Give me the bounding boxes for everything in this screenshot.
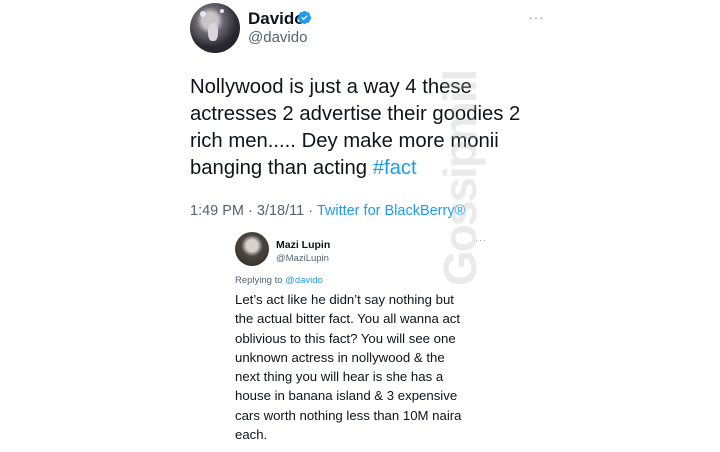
replying-to: Replying to @davido	[235, 275, 323, 286]
reply-text: Let’s act like he didn’t say nothing but…	[235, 290, 505, 444]
mention-link[interactable]: @davido	[285, 275, 323, 286]
reply-line: oblivious to this fact? You will see one	[235, 330, 456, 346]
more-options-icon[interactable]: ···	[528, 9, 545, 25]
reply-avatar[interactable]	[235, 232, 269, 266]
watermark-logo: Gossipmill	[434, 70, 486, 286]
author-handle[interactable]: @davido	[248, 29, 307, 46]
tweet-metadata: 1:49 PM · 3/18/11 · Twitter for BlackBer…	[190, 203, 465, 219]
reply-author-name[interactable]: Mazi Lupin	[276, 239, 330, 251]
hashtag-link[interactable]: #fact	[373, 157, 417, 179]
replying-label: Replying to	[235, 275, 286, 286]
timestamp[interactable]: 1:49 PM · 3/18/11 ·	[190, 203, 317, 219]
reply-line: the actual bitter fact. You all wanna ac…	[235, 311, 461, 327]
reply-more-options-icon[interactable]: ···	[475, 235, 487, 245]
reply-line: unknown actress in nollywood & the	[235, 349, 445, 365]
reply-line: cars worth nothing less than 10M naira	[235, 407, 462, 423]
tweet-card: Davido @davido ··· Nollywood is just a w…	[0, 0, 720, 452]
reply-line: house in banana island & 3 expensive	[235, 388, 458, 404]
verified-badge-icon	[297, 10, 312, 25]
reply-author-handle[interactable]: @MaziLupin	[276, 253, 329, 264]
reply-line: Let’s act like he didn’t say nothing but	[235, 292, 454, 307]
reply-line: each.	[235, 427, 268, 443]
reply-line: next thing you will hear is she has a	[235, 369, 444, 385]
avatar[interactable]	[190, 3, 240, 53]
